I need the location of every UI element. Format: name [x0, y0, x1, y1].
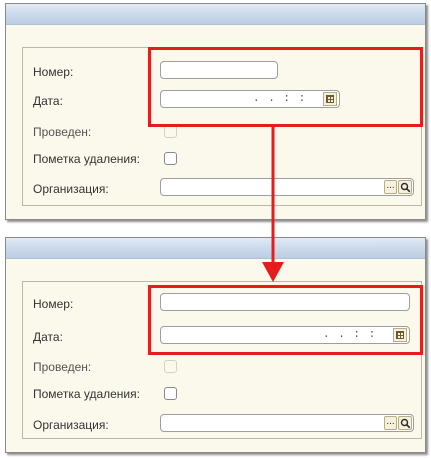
arrow-down-icon	[262, 127, 284, 282]
